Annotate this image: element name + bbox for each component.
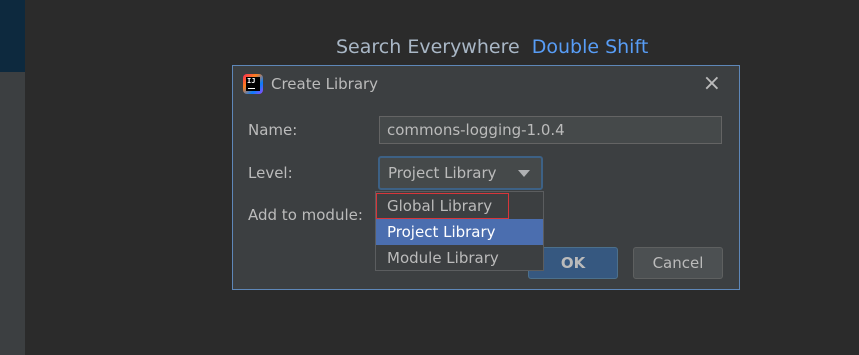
dialog-titlebar[interactable]: IJ Create Library ×: [233, 66, 739, 104]
intellij-idea-icon: IJ: [243, 74, 263, 94]
left-tool-window-accent: [0, 0, 25, 72]
dropdown-option-module-library[interactable]: Module Library: [376, 245, 543, 271]
name-label: Name:: [248, 121, 298, 139]
add-to-module-label: Add to module:: [248, 206, 363, 224]
dialog-title: Create Library: [271, 75, 379, 93]
cancel-button[interactable]: Cancel: [633, 247, 723, 279]
level-select-value: Project Library: [388, 164, 497, 182]
search-everywhere-hint: Search Everywhere Double Shift: [336, 36, 648, 58]
level-label: Level:: [248, 164, 293, 182]
search-hint-shortcut: Double Shift: [531, 36, 649, 58]
dropdown-option-project-library[interactable]: Project Library: [376, 219, 543, 245]
level-dropdown-list: Global Library Project Library Module Li…: [375, 191, 544, 271]
close-icon[interactable]: ×: [703, 72, 721, 96]
app-icon-text: IJ: [247, 77, 256, 85]
chevron-down-icon: [518, 170, 530, 177]
dropdown-option-global-library[interactable]: Global Library: [376, 193, 509, 219]
search-hint-label: Search Everywhere: [336, 36, 520, 58]
level-select[interactable]: Project Library: [378, 156, 543, 190]
name-input[interactable]: commons-logging-1.0.4: [379, 116, 722, 144]
